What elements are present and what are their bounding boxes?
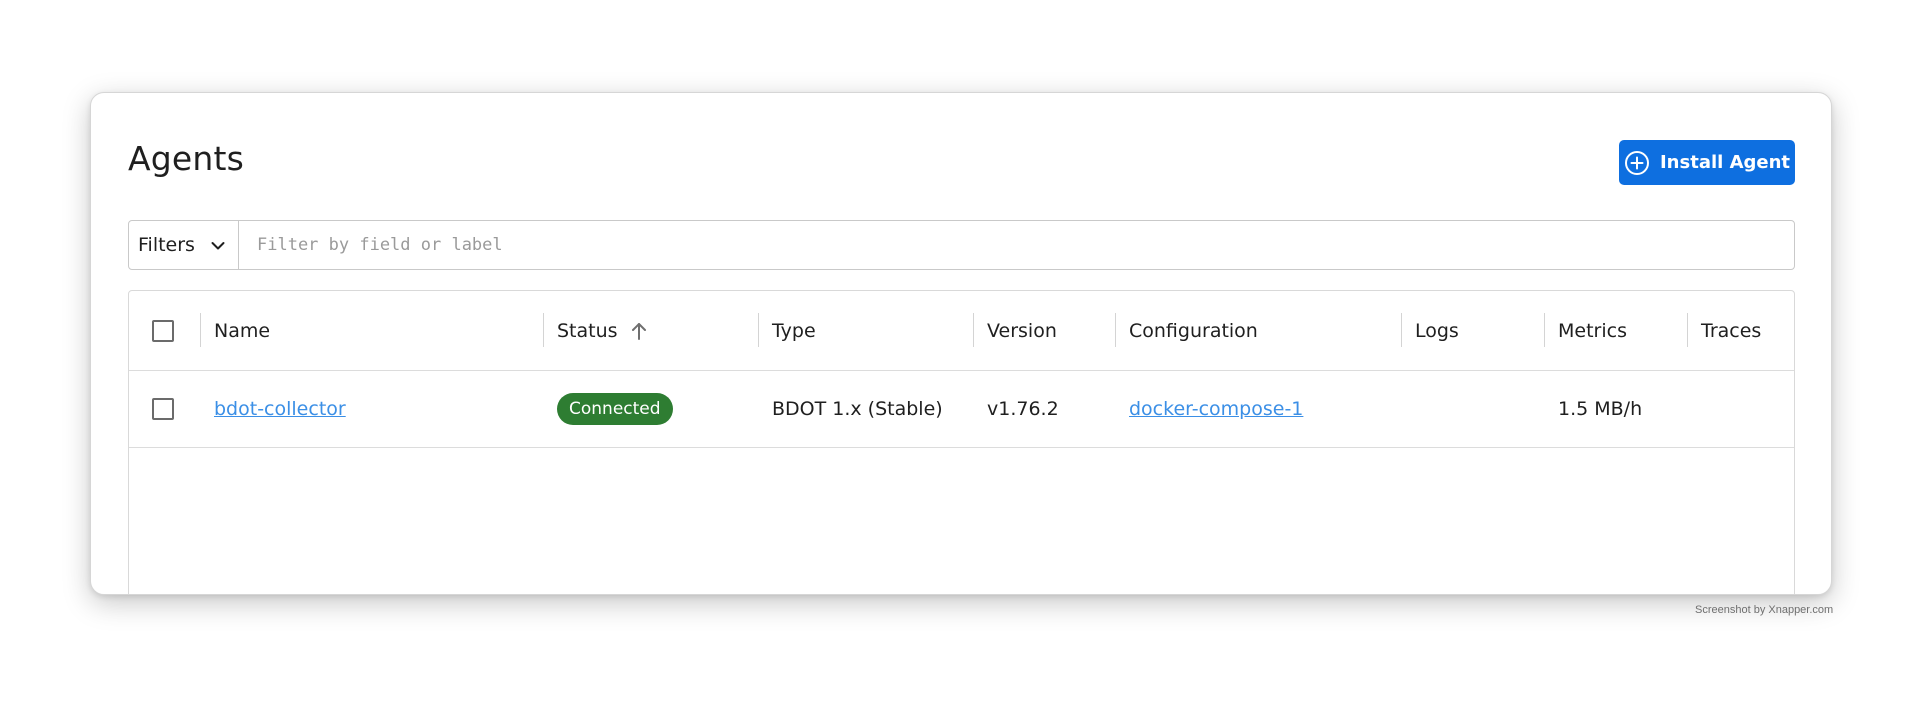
agent-type-cell: BDOT 1.x (Stable) — [772, 371, 943, 447]
column-header-configuration-label: Configuration — [1129, 319, 1258, 342]
filters-label: Filters — [138, 234, 195, 256]
plus-circle-icon — [1624, 150, 1650, 176]
column-header-name[interactable]: Name — [214, 291, 270, 370]
column-divider — [1401, 313, 1402, 347]
column-divider — [1115, 313, 1116, 347]
filter-input[interactable] — [239, 221, 1794, 269]
column-header-version-label: Version — [987, 319, 1057, 342]
column-header-status[interactable]: Status — [557, 291, 648, 370]
row-select-checkbox[interactable] — [152, 398, 174, 420]
table-header-row: Name Status Type Version Configuration L… — [129, 291, 1794, 371]
page-title: Agents — [128, 139, 245, 178]
watermark: Screenshot by Xnapper.com — [1695, 604, 1834, 616]
agent-configuration-cell: docker-compose-1 — [1129, 371, 1303, 447]
select-all-cell — [152, 291, 174, 370]
column-header-status-label: Status — [557, 319, 618, 342]
chevron-down-icon — [211, 234, 225, 256]
select-all-checkbox[interactable] — [152, 319, 174, 342]
column-divider — [1687, 313, 1688, 347]
column-divider — [758, 313, 759, 347]
agent-status-cell: Connected — [557, 371, 673, 447]
column-header-version[interactable]: Version — [987, 291, 1057, 370]
table-row[interactable]: bdot-collector Connected BDOT 1.x (Stabl… — [129, 371, 1794, 448]
column-header-configuration[interactable]: Configuration — [1129, 291, 1258, 370]
column-header-traces[interactable]: Traces — [1701, 291, 1761, 370]
arrow-up-icon[interactable] — [630, 321, 648, 341]
install-agent-label: Install Agent — [1659, 152, 1791, 173]
column-header-metrics-label: Metrics — [1558, 319, 1627, 342]
column-header-type-label: Type — [772, 319, 816, 342]
column-header-traces-label: Traces — [1701, 319, 1762, 342]
row-select-cell — [152, 371, 174, 447]
agent-version-cell: v1.76.2 — [987, 371, 1059, 447]
configuration-link[interactable]: docker-compose-1 — [1129, 398, 1303, 420]
agent-metrics-cell: 1.5 MB/h — [1558, 371, 1642, 447]
column-divider — [200, 313, 201, 347]
column-header-name-label: Name — [214, 319, 271, 342]
column-divider — [1544, 313, 1545, 347]
column-header-metrics[interactable]: Metrics — [1558, 291, 1627, 370]
status-badge: Connected — [557, 393, 673, 425]
agent-version-text: v1.76.2 — [987, 398, 1059, 420]
filter-bar: Filters — [128, 220, 1795, 270]
filters-dropdown[interactable]: Filters — [129, 221, 239, 269]
column-header-logs-label: Logs — [1415, 319, 1459, 342]
agents-page-window: Agents Install Agent Filters Filter by f… — [90, 92, 1832, 595]
column-header-type[interactable]: Type — [772, 291, 816, 370]
column-divider — [973, 313, 974, 347]
agent-name-cell: bdot-collector — [214, 371, 346, 447]
agent-metrics-text: 1.5 MB/h — [1558, 398, 1643, 420]
column-header-logs[interactable]: Logs — [1415, 291, 1459, 370]
agent-name-link[interactable]: bdot-collector — [214, 398, 346, 420]
agent-type-text: BDOT 1.x (Stable) — [772, 398, 943, 420]
agents-table: Name Status Type Version Configuration L… — [128, 290, 1795, 594]
install-agent-button[interactable]: Install Agent — [1619, 140, 1795, 185]
column-divider — [543, 313, 544, 347]
